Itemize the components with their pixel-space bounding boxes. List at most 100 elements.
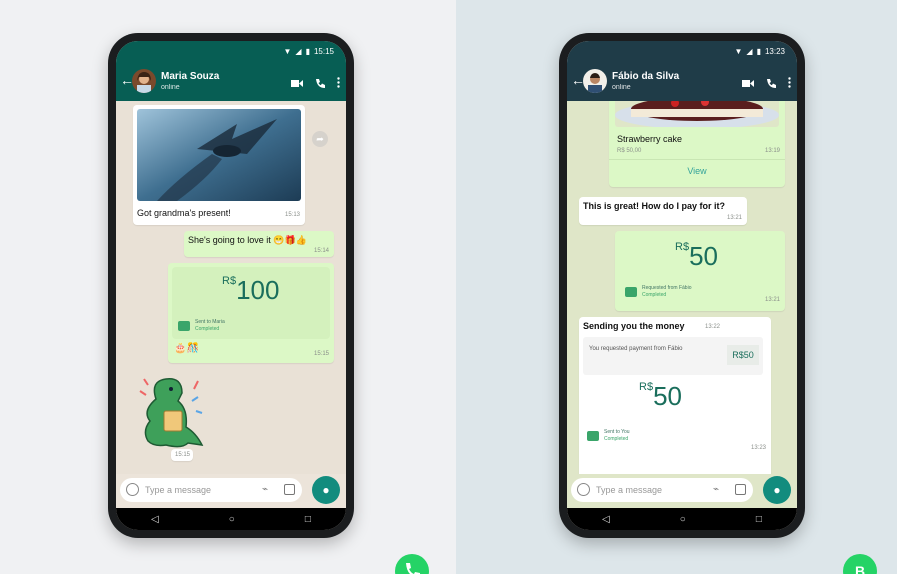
avatar[interactable] bbox=[583, 69, 607, 93]
input-bar: Type a message ⌁ ● bbox=[567, 474, 797, 508]
sending-message-bubble[interactable]: Sending you the money 13:22 You requeste… bbox=[579, 317, 771, 474]
contact-status: online bbox=[612, 84, 631, 91]
recents-square-icon[interactable]: □ bbox=[305, 514, 311, 525]
wifi-icon: ▼ bbox=[734, 47, 743, 56]
sticker-time: 15:15 bbox=[174, 452, 190, 458]
signal-icon: ◢ bbox=[746, 47, 753, 56]
mic-icon: ● bbox=[322, 483, 330, 497]
more-options-icon[interactable] bbox=[337, 75, 340, 93]
phone-right: ▼ ◢ ▮ 13:23 ← Fábio da Silva online Stra… bbox=[559, 33, 805, 538]
contact-status: online bbox=[161, 84, 180, 91]
request-message-bubble[interactable]: R$50 Requested from Fábio Completed 13:2… bbox=[615, 231, 785, 311]
payment-time: 15:15 bbox=[313, 351, 329, 357]
request-line-2: Completed bbox=[642, 292, 667, 298]
camera-icon[interactable] bbox=[284, 484, 295, 495]
sent-line-2: Completed bbox=[604, 436, 629, 442]
photo-message-bubble[interactable]: Got grandma's present! 15:13 bbox=[133, 105, 305, 225]
reply-text: She's going to love it 😁🎁👍 bbox=[188, 235, 307, 245]
sending-time: 13:22 bbox=[705, 324, 721, 330]
request-status: Requested from Fábio Completed bbox=[625, 285, 691, 299]
gift-photo[interactable] bbox=[137, 109, 301, 201]
phone-call-icon[interactable] bbox=[315, 75, 325, 93]
quoted-amount: R$50 bbox=[727, 345, 759, 365]
video-call-icon[interactable] bbox=[742, 75, 754, 93]
system-nav-bar: ◁ ○ □ bbox=[116, 508, 346, 530]
photo-caption: Got grandma's present! bbox=[137, 208, 231, 218]
payment-status: Sent to Maria Completed bbox=[178, 319, 225, 333]
question-text: This is great! How do I pay for it? bbox=[583, 201, 726, 211]
contact-name[interactable]: Maria Souza bbox=[161, 71, 219, 82]
left-panel: ▼ ◢ ▮ 15:15 ← Maria Souza online Got gra… bbox=[0, 0, 456, 574]
payment-card[interactable]: R$100 Sent to Maria Completed bbox=[172, 267, 330, 339]
mic-button[interactable]: ● bbox=[763, 476, 791, 504]
emoji-icon[interactable] bbox=[577, 483, 590, 496]
payment-badge-icon bbox=[625, 287, 637, 297]
avatar[interactable] bbox=[132, 69, 156, 93]
phone-right-screen: ▼ ◢ ▮ 13:23 ← Fábio da Silva online Stra… bbox=[567, 41, 797, 530]
sticker-time-bubble: 15:15 bbox=[171, 449, 193, 461]
camera-icon[interactable] bbox=[735, 484, 746, 495]
chat-area: Strawberry cake R$ 50,00 13:19 View This… bbox=[567, 101, 797, 474]
reply-message-bubble[interactable]: She's going to love it 😁🎁👍 15:14 bbox=[184, 231, 334, 257]
emoji-icon[interactable] bbox=[126, 483, 139, 496]
cake-photo[interactable] bbox=[615, 101, 779, 127]
battery-icon: ▮ bbox=[305, 47, 310, 56]
recents-square-icon[interactable]: □ bbox=[756, 514, 762, 525]
phone-call-icon[interactable] bbox=[766, 75, 776, 93]
sent-status: Sent to You Completed bbox=[587, 429, 630, 443]
sent-amount: R$50 bbox=[639, 381, 682, 411]
signal-icon: ◢ bbox=[295, 47, 302, 56]
home-circle-icon[interactable]: ○ bbox=[229, 514, 235, 525]
product-time: 13:19 bbox=[764, 148, 780, 154]
chat-header: ← Maria Souza online bbox=[116, 63, 346, 101]
mic-button[interactable]: ● bbox=[312, 476, 340, 504]
photo-time: 15:13 bbox=[284, 212, 300, 218]
payment-badge-icon bbox=[178, 321, 190, 331]
forward-icon[interactable]: ➦ bbox=[312, 131, 328, 147]
request-line-1: Requested from Fábio bbox=[642, 285, 692, 291]
status-time: 15:15 bbox=[313, 47, 334, 56]
chat-header: ← Fábio da Silva online bbox=[567, 63, 797, 101]
product-message-bubble[interactable]: Strawberry cake R$ 50,00 13:19 View bbox=[609, 101, 785, 187]
video-call-icon[interactable] bbox=[291, 75, 303, 93]
home-circle-icon[interactable]: ○ bbox=[680, 514, 686, 525]
view-product-link[interactable]: View bbox=[609, 166, 785, 176]
message-placeholder: Type a message bbox=[596, 485, 663, 495]
sent-time: 13:23 bbox=[750, 445, 766, 451]
right-panel: ▼ ◢ ▮ 13:23 ← Fábio da Silva online Stra… bbox=[456, 0, 897, 574]
attach-icon[interactable]: ⌁ bbox=[713, 484, 719, 495]
payment-reactions: 🎂🎊 bbox=[174, 343, 199, 354]
product-name: Strawberry cake bbox=[617, 134, 683, 144]
phone-left-screen: ▼ ◢ ▮ 15:15 ← Maria Souza online Got gra… bbox=[116, 41, 346, 530]
back-triangle-icon[interactable]: ◁ bbox=[151, 514, 159, 525]
status-bar: ▼ ◢ ▮ 15:15 bbox=[116, 41, 346, 63]
quoted-request[interactable]: You requested payment from Fábio R$50 bbox=[583, 337, 763, 375]
message-input[interactable]: Type a message ⌁ bbox=[571, 478, 753, 502]
status-time: 13:23 bbox=[764, 47, 785, 56]
mic-icon: ● bbox=[773, 483, 781, 497]
message-input[interactable]: Type a message ⌁ bbox=[120, 478, 302, 502]
system-nav-bar: ◁ ○ □ bbox=[567, 508, 797, 530]
product-price: R$ 50,00 bbox=[617, 148, 642, 154]
input-bar: Type a message ⌁ ● bbox=[116, 474, 346, 508]
question-message-bubble[interactable]: This is great! How do I pay for it? 13:2… bbox=[579, 197, 747, 225]
payment-amount: R$100 bbox=[222, 275, 280, 305]
business-logo-icon: B bbox=[843, 554, 877, 574]
reply-time: 15:14 bbox=[313, 248, 329, 254]
payment-line-1: Sent to Maria bbox=[195, 319, 225, 325]
message-placeholder: Type a message bbox=[145, 485, 212, 495]
quoted-text: You requested payment from Fábio bbox=[589, 346, 683, 352]
battery-icon: ▮ bbox=[756, 47, 761, 56]
request-time: 13:21 bbox=[764, 297, 780, 303]
chat-area: Got grandma's present! 15:13 ➦ She's goi… bbox=[116, 101, 346, 474]
dinosaur-sticker[interactable] bbox=[136, 371, 208, 451]
status-bar: ▼ ◢ ▮ 13:23 bbox=[567, 41, 797, 63]
back-triangle-icon[interactable]: ◁ bbox=[602, 514, 610, 525]
more-options-icon[interactable] bbox=[788, 75, 791, 93]
attach-icon[interactable]: ⌁ bbox=[262, 484, 268, 495]
payment-badge-icon bbox=[587, 431, 599, 441]
question-time: 13:21 bbox=[726, 215, 742, 221]
payment-message-bubble[interactable]: R$100 Sent to Maria Completed 🎂🎊 15:15 bbox=[168, 263, 334, 363]
sending-text: Sending you the money bbox=[583, 321, 685, 331]
contact-name[interactable]: Fábio da Silva bbox=[612, 71, 679, 82]
